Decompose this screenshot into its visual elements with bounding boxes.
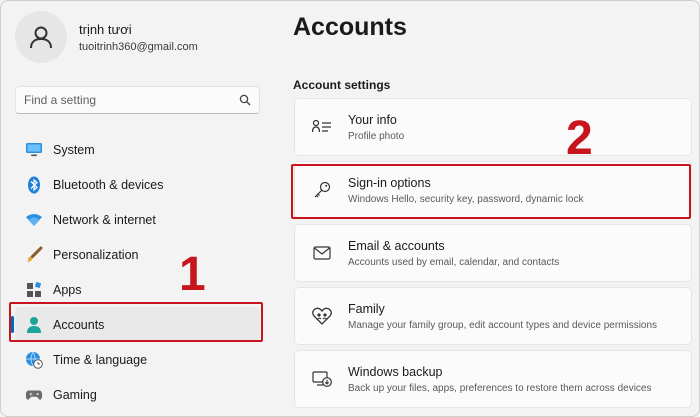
sidebar-item-label: Time & language (53, 352, 148, 367)
globe-clock-icon (25, 351, 43, 369)
sidebar-item-bluetooth[interactable]: Bluetooth & devices (15, 167, 260, 202)
bluetooth-icon (25, 176, 43, 194)
step-number-2: 2 (566, 112, 593, 165)
setting-your-info[interactable]: Your info Profile photo (294, 98, 692, 156)
mail-icon (311, 242, 333, 264)
user-email: tuoitrinh360@gmail.com (79, 40, 198, 53)
setting-windows-backup[interactable]: Windows backup Back up your files, apps,… (294, 350, 692, 408)
highlight-box-sign-in-options (291, 164, 691, 219)
sidebar-item-label: Apps (53, 282, 82, 297)
setting-family[interactable]: Family Manage your family group, edit ac… (294, 287, 692, 345)
search-icon[interactable] (239, 94, 251, 106)
search-box[interactable] (15, 86, 260, 114)
wifi-icon (25, 211, 43, 229)
sidebar-item-system[interactable]: System (15, 132, 260, 167)
monitor-icon (25, 141, 43, 159)
person-info-icon (311, 116, 333, 138)
sidebar-nav: System Bluetooth & devices Network & int… (11, 132, 260, 412)
card-subtitle: Manage your family group, edit account t… (348, 319, 658, 331)
card-subtitle: Back up your files, apps, preferences to… (348, 382, 652, 394)
user-avatar-icon (30, 26, 52, 49)
sidebar-item-label: Personalization (53, 247, 139, 262)
highlight-box-accounts (9, 302, 263, 342)
card-subtitle: Accounts used by email, calendar, and co… (348, 256, 560, 268)
card-title: Family (348, 301, 385, 316)
settings-list: Your info Profile photo Sign-in options … (294, 98, 692, 413)
search-input[interactable] (24, 93, 239, 107)
brush-icon (25, 246, 43, 264)
sidebar-item-label: Network & internet (53, 212, 156, 227)
card-title: Windows backup (348, 364, 443, 379)
sidebar-item-label: Gaming (53, 387, 97, 402)
sidebar-item-label: System (53, 142, 95, 157)
user-name: trịnh tươi (79, 21, 132, 37)
avatar (15, 11, 67, 63)
apps-icon (25, 281, 43, 299)
backup-icon (311, 368, 333, 390)
user-profile[interactable]: trịnh tươi tuoitrinh360@gmail.com (15, 11, 198, 63)
card-subtitle: Profile photo (348, 130, 405, 142)
sidebar-item-gaming[interactable]: Gaming (15, 377, 260, 412)
settings-window: trịnh tươi tuoitrinh360@gmail.com System (0, 0, 700, 417)
card-title: Email & accounts (348, 238, 445, 253)
sidebar-item-time-language[interactable]: Time & language (15, 342, 260, 377)
sidebar-item-label: Bluetooth & devices (53, 177, 164, 192)
page-title: Accounts (293, 13, 407, 41)
sidebar-item-personalization[interactable]: Personalization (15, 237, 260, 272)
step-number-1: 1 (179, 248, 206, 301)
sidebar-item-network[interactable]: Network & internet (15, 202, 260, 237)
section-heading: Account settings (293, 78, 391, 92)
gamepad-icon (25, 386, 43, 404)
card-title: Your info (348, 112, 397, 127)
family-heart-icon (311, 305, 333, 327)
setting-email-accounts[interactable]: Email & accounts Accounts used by email,… (294, 224, 692, 282)
sidebar: trịnh tươi tuoitrinh360@gmail.com System (1, 1, 276, 416)
